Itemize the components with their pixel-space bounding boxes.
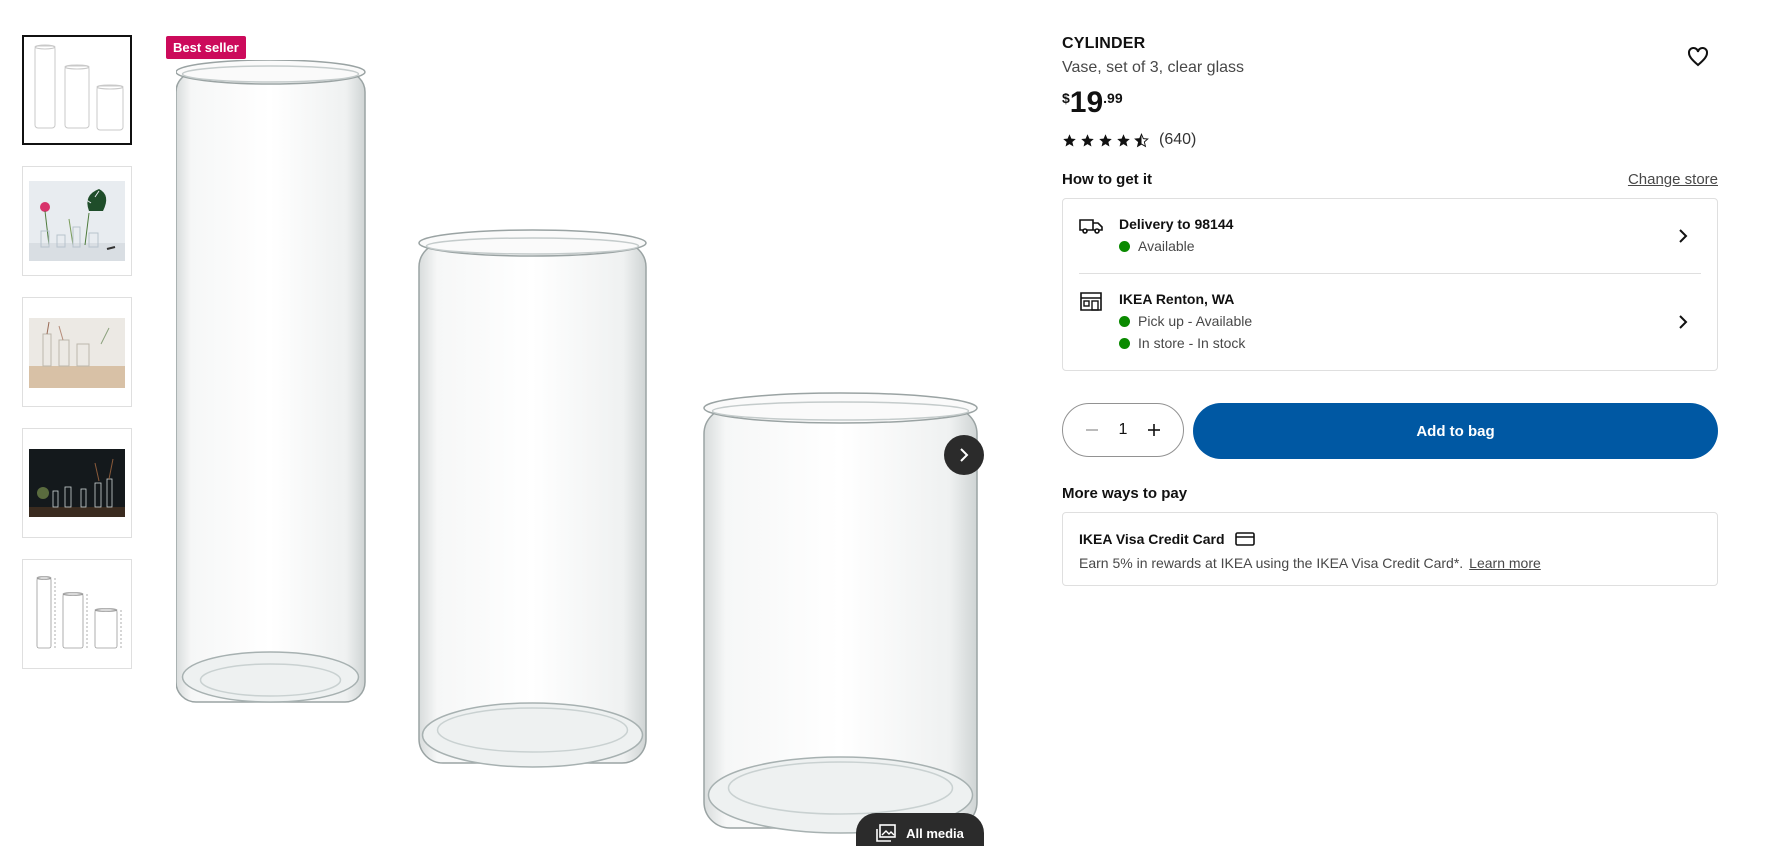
short-vase [703, 392, 978, 834]
product-description: Vase, set of 3, clear glass [1062, 59, 1245, 76]
available-dot [1119, 315, 1130, 327]
purchase-row: 1 Add to bag [1062, 403, 1718, 459]
instore-status-text: In store - In stock [1138, 335, 1246, 351]
quantity-stepper: 1 [1062, 403, 1184, 457]
add-to-bag-button[interactable]: Add to bag [1193, 403, 1718, 459]
store-heading: IKEA Renton, WA [1119, 291, 1235, 307]
product-info: CYLINDER Vase, set of 3, clear glass $ 1… [1062, 35, 1718, 586]
price-currency: $ [1062, 90, 1070, 106]
star-icon [1117, 133, 1130, 146]
in-stock-dot [1119, 337, 1130, 349]
available-dot [1119, 240, 1130, 252]
star-icon [1081, 133, 1094, 146]
chevron-right-icon [1679, 229, 1688, 243]
half-star-icon [1134, 132, 1149, 147]
thumbnail-product-vases[interactable] [22, 35, 132, 145]
chevron-right-icon [1679, 315, 1688, 329]
delivery-status: Available [1119, 238, 1701, 254]
thumbnail-dark-background-vases[interactable] [22, 428, 132, 538]
availability-box: Delivery to 98144 Available IKEA Renton,… [1062, 198, 1718, 371]
more-ways-title: More ways to pay [1062, 485, 1188, 502]
how-to-get-title: How to get it [1062, 171, 1152, 188]
all-media-label: All media [906, 825, 964, 841]
gallery-icon [876, 824, 896, 842]
delivery-heading: Delivery to 98144 [1119, 216, 1234, 232]
product-name: CYLINDER [1062, 35, 1146, 52]
heart-icon[interactable] [1686, 45, 1710, 69]
product-price: $ 19 .99 [1062, 87, 1718, 119]
rating-stars [1062, 132, 1149, 148]
chevron-right-icon [960, 448, 969, 462]
change-store-link[interactable]: Change store [1628, 171, 1718, 188]
next-image-button[interactable] [944, 435, 984, 475]
star-icon [1063, 133, 1076, 146]
all-media-button[interactable]: All media [856, 813, 984, 846]
quantity-value[interactable]: 1 [1119, 421, 1128, 439]
learn-more-link[interactable]: Learn more [1469, 555, 1541, 571]
dark-thumbnail-image [29, 449, 125, 517]
flowers-thumbnail-image [29, 181, 125, 261]
credit-card-description: Earn 5% in rewards at IKEA using the IKE… [1079, 555, 1464, 571]
pickup-status-text: Pick up - Available [1138, 313, 1253, 329]
truck-icon [1079, 219, 1103, 234]
pickup-status: Pick up - Available [1119, 313, 1701, 329]
best-seller-badge: Best seller [166, 36, 246, 59]
star-icon [1099, 133, 1112, 146]
delivery-status-text: Available [1138, 238, 1195, 254]
instore-status: In store - In stock [1119, 335, 1701, 351]
decrease-quantity-button[interactable] [1081, 419, 1103, 441]
delivery-option[interactable]: Delivery to 98144 Available [1079, 199, 1701, 273]
store-option[interactable]: IKEA Renton, WA Pick up - Available In s… [1079, 273, 1701, 370]
credit-card-box: IKEA Visa Credit Card Earn 5% in rewards… [1062, 512, 1718, 586]
product-main-image [176, 60, 978, 834]
increase-quantity-button[interactable] [1143, 419, 1165, 441]
thumbnail-dimensions-drawing[interactable] [22, 559, 132, 669]
store-icon [1080, 292, 1102, 311]
plus-icon [1148, 424, 1160, 436]
shelf-thumbnail-image [29, 318, 125, 388]
credit-card-title: IKEA Visa Credit Card [1079, 531, 1225, 547]
tall-vase [176, 60, 366, 703]
price-integer: 19 [1069, 86, 1104, 119]
vases-thumbnail-image [34, 44, 124, 131]
credit-card-text: Earn 5% in rewards at IKEA using the IKE… [1079, 555, 1701, 571]
rating-count: (640) [1159, 131, 1197, 148]
product-rating[interactable]: (640) [1062, 131, 1718, 149]
how-to-get-header: How to get it Change store [1062, 171, 1718, 188]
minus-icon [1086, 429, 1098, 431]
product-gallery: Best seller All media [166, 35, 996, 846]
thumbnail-list [22, 35, 136, 690]
credit-card-header: IKEA Visa Credit Card [1079, 531, 1701, 547]
dimensions-thumbnail-image [36, 576, 122, 649]
credit-card-icon [1234, 532, 1255, 546]
price-decimal: .99 [1103, 90, 1123, 106]
medium-vase [418, 229, 647, 768]
thumbnail-flowers-in-vases[interactable] [22, 166, 132, 276]
thumbnail-shelf-vases[interactable] [22, 297, 132, 407]
